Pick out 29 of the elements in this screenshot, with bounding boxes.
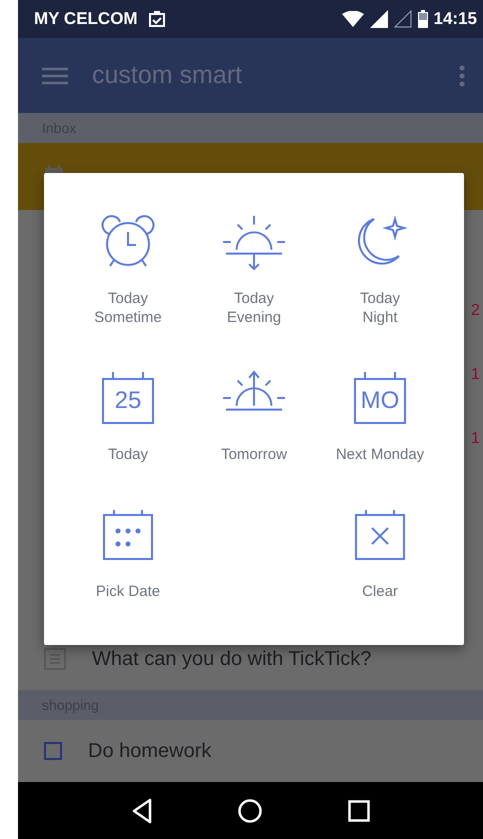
option-label[interactable]: Tomorrow: [221, 445, 287, 464]
sunset-icon[interactable]: [221, 213, 287, 271]
recents-icon[interactable]: [348, 800, 370, 822]
option-label[interactable]: Pick Date: [96, 582, 160, 601]
signal-icon: [370, 10, 388, 28]
option-label[interactable]: Clear: [362, 582, 398, 601]
task-count: 1: [471, 430, 481, 448]
carrier-name: MY CELCOM: [34, 9, 138, 29]
option-label[interactable]: Next Monday: [336, 445, 424, 464]
task-title: What can you do with TickTick?: [92, 648, 372, 670]
note-icon: [44, 648, 66, 670]
wifi-icon: [342, 11, 364, 27]
task-checkbox[interactable]: [44, 742, 62, 760]
clipboard-icon: [148, 10, 166, 28]
list-title: custom smart: [92, 61, 242, 90]
back-icon[interactable]: [130, 798, 153, 824]
task-title: Do homework: [88, 740, 212, 762]
overflow-menu-icon[interactable]: [459, 64, 465, 86]
menu-icon[interactable]: [42, 66, 68, 84]
option-label[interactable]: Today Night: [360, 289, 400, 327]
option-label[interactable]: Today Sometime: [94, 289, 162, 327]
clock-time: 14:15: [434, 9, 477, 29]
option-label[interactable]: Today Evening: [226, 289, 282, 327]
task-count: 2: [471, 302, 481, 320]
signal-icon: [394, 10, 412, 28]
task-count: 1: [471, 366, 481, 384]
home-icon[interactable]: [238, 798, 262, 822]
battery-icon: [418, 10, 428, 28]
option-label[interactable]: Today: [108, 445, 148, 464]
